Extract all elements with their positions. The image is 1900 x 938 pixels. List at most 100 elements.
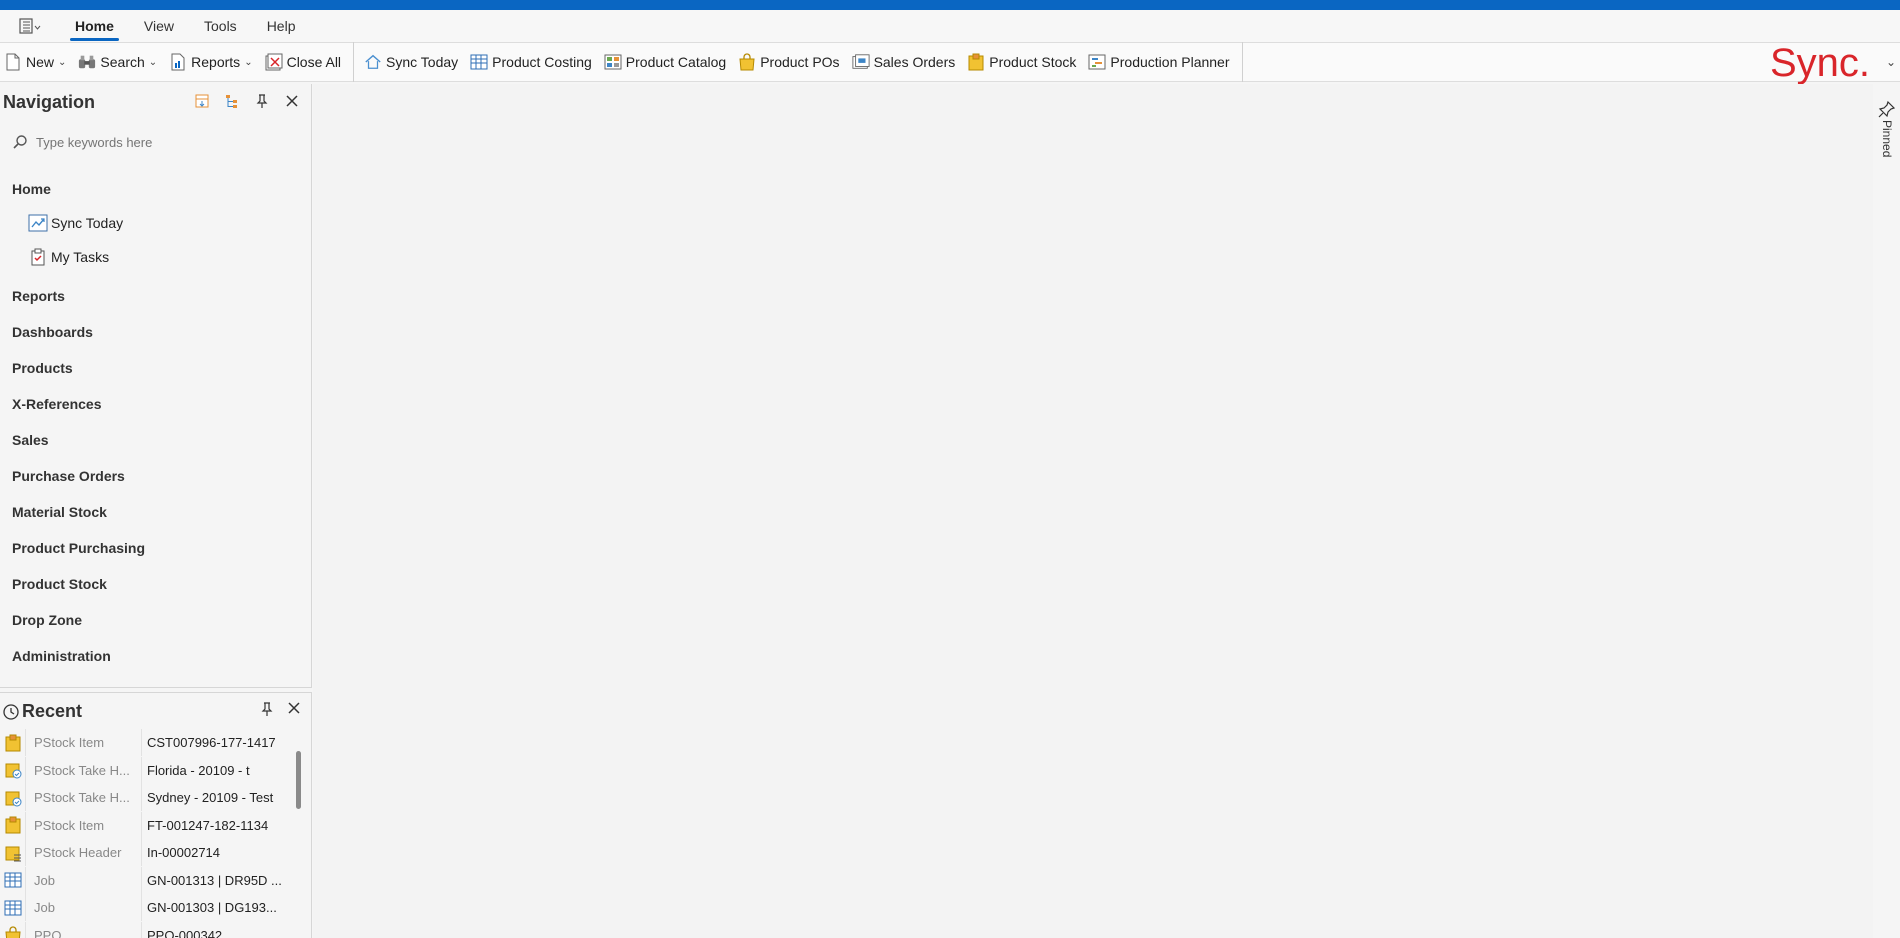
close-button[interactable] <box>283 92 301 110</box>
planner-icon <box>1088 53 1106 71</box>
nav-section-product-purchasing[interactable]: Product Purchasing <box>0 530 310 566</box>
list-item[interactable]: PStock Take H... Florida - 20109 - t <box>0 756 290 785</box>
nav-section-products[interactable]: Products <box>0 350 310 386</box>
close-button[interactable] <box>287 701 301 720</box>
nav-section-purchase-orders[interactable]: Purchase Orders <box>0 458 310 494</box>
production-planner-label: Production Planner <box>1110 54 1230 70</box>
pin-button[interactable] <box>253 92 271 110</box>
search-input[interactable] <box>36 134 286 150</box>
binoculars-icon <box>78 53 96 71</box>
product-catalog-label: Product Catalog <box>625 54 727 70</box>
recent-value: In-00002714 <box>147 845 221 861</box>
product-catalog-button[interactable]: Product Catalog <box>600 47 730 77</box>
shopping-bag-icon <box>738 53 756 71</box>
nav-section-material-stock[interactable]: Material Stock <box>0 494 310 530</box>
search-icon <box>13 135 27 149</box>
tree-icon <box>226 95 237 108</box>
tab-tools[interactable]: Tools <box>189 10 252 42</box>
list-item[interactable]: PStock Item CST007996-177-1417 <box>0 729 290 757</box>
expand-all-button[interactable] <box>193 92 211 110</box>
chevron-down-icon: ⌄ <box>58 56 67 68</box>
sync-logo: Sync. <box>1769 40 1870 85</box>
product-costing-button[interactable]: Product Costing <box>466 47 596 77</box>
pinned-panel-tab[interactable]: Pinned <box>1874 84 1900 174</box>
app-menu-button[interactable] <box>0 10 60 42</box>
recent-value: Sydney - 20109 - Test <box>147 790 274 806</box>
nav-item-sync-today[interactable]: Sync Today <box>0 206 310 240</box>
recent-type: PStock Take H... <box>26 756 142 784</box>
home-icon <box>364 53 382 71</box>
pin-icon <box>256 94 268 108</box>
list-item[interactable]: PStock Take H... Sydney - 20109 - Test <box>0 784 290 812</box>
new-document-icon <box>4 53 22 71</box>
recent-panel: Recent PStock Item CST007996-177-1417 PS… <box>0 692 312 938</box>
tab-home[interactable]: Home <box>60 10 129 42</box>
product-stock-button[interactable]: Product Stock <box>963 47 1080 77</box>
recent-type: Job <box>26 866 142 894</box>
pin-icon <box>261 702 273 716</box>
close-all-icon <box>265 53 283 71</box>
nav-item-label: My Tasks <box>51 249 110 265</box>
toolbar-group-general: New ⌄ Search ⌄ Reports ⌄ Close All <box>0 42 355 82</box>
product-pos-label: Product POs <box>760 54 840 70</box>
clipboard-check-icon <box>28 247 48 267</box>
recent-type: Job <box>26 894 142 922</box>
recent-value: GN-001313 | DR95D ... <box>147 872 282 888</box>
reports-button[interactable]: Reports ⌄ <box>165 47 256 77</box>
sales-orders-label: Sales Orders <box>873 54 956 70</box>
recent-value: PPO-000342 <box>147 927 223 938</box>
chevron-down-icon[interactable]: ⌄ <box>1886 55 1896 69</box>
recent-type: PStock Header <box>26 839 142 867</box>
new-label: New <box>26 54 55 70</box>
pinned-label: Pinned <box>1880 120 1894 158</box>
nav-section-sales[interactable]: Sales <box>0 422 310 458</box>
close-all-label: Close All <box>286 54 342 70</box>
list-item[interactable]: PPO PPO-000342 <box>0 921 290 938</box>
search-label: Search <box>100 54 145 70</box>
nav-section-x-references[interactable]: X-References <box>0 386 310 422</box>
new-button[interactable]: New ⌄ <box>0 47 70 77</box>
catalog-icon <box>604 53 622 71</box>
sales-orders-icon <box>852 53 870 71</box>
recent-value: GN-001303 | DG193... <box>147 900 277 916</box>
app-menu-icon <box>19 18 41 34</box>
title-accent-bar <box>0 0 1900 10</box>
nav-section-product-stock[interactable]: Product Stock <box>0 566 310 602</box>
recent-type: PPO <box>26 921 142 938</box>
production-planner-button[interactable]: Production Planner <box>1084 47 1233 77</box>
pin-button[interactable] <box>259 701 275 720</box>
history-icon <box>3 704 19 720</box>
main-workspace <box>313 84 1873 938</box>
nav-section-administration[interactable]: Administration <box>0 638 310 674</box>
tab-view[interactable]: View <box>129 10 189 42</box>
recent-value: CST007996-177-1417 <box>147 735 276 751</box>
product-costing-label: Product Costing <box>492 54 592 70</box>
navigation-search <box>0 128 310 156</box>
list-item[interactable]: PStock Header In-00002714 <box>0 839 290 867</box>
search-button[interactable]: Search ⌄ <box>74 47 161 77</box>
nav-section-drop-zone[interactable]: Drop Zone <box>0 602 310 638</box>
tab-help[interactable]: Help <box>252 10 311 42</box>
list-item[interactable]: PStock Item FT-001247-182-1134 <box>0 811 290 840</box>
sales-orders-button[interactable]: Sales Orders <box>848 47 960 77</box>
recent-value: Florida - 20109 - t <box>147 762 250 778</box>
toolbar: New ⌄ Search ⌄ Reports ⌄ Close All Sync … <box>0 40 1900 85</box>
list-item[interactable]: Job GN-001313 | DR95D ... <box>0 866 290 895</box>
chart-icon <box>28 213 48 233</box>
stock-header-icon <box>0 839 26 867</box>
recent-type: PStock Take H... <box>26 784 142 812</box>
close-all-button[interactable]: Close All <box>261 47 345 77</box>
recent-actions <box>259 701 301 720</box>
tree-view-button[interactable] <box>223 92 241 110</box>
list-item[interactable]: Job GN-001303 | DG193... <box>0 894 290 922</box>
menu-bar: Home View Tools Help <box>0 10 1900 42</box>
nav-section-reports[interactable]: Reports <box>0 278 310 314</box>
nav-item-my-tasks[interactable]: My Tasks <box>0 240 310 274</box>
recent-scrollbar[interactable] <box>296 751 301 809</box>
nav-section-dashboards[interactable]: Dashboards <box>0 314 310 350</box>
product-stock-label: Product Stock <box>989 54 1077 70</box>
nav-section-home[interactable]: Home <box>0 172 310 206</box>
chevron-down-icon: ⌄ <box>148 56 158 68</box>
product-pos-button[interactable]: Product POs <box>734 47 843 77</box>
sync-today-button[interactable]: Sync Today <box>360 47 462 77</box>
